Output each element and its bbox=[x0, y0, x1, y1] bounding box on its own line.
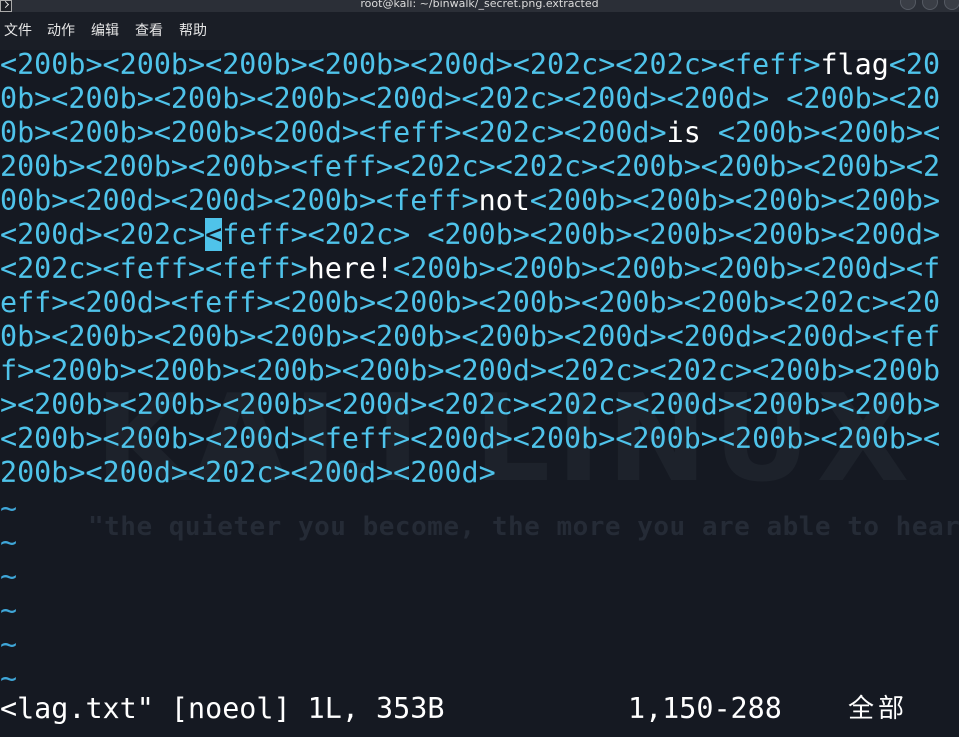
empty-line-tilde: ~ bbox=[0, 594, 18, 627]
zero-width-codes: 0b><200b><200b><200d><feff><202c><200d> bbox=[0, 116, 667, 149]
maximize-button[interactable] bbox=[922, 0, 938, 10]
visible-word: here! bbox=[307, 252, 394, 285]
status-scroll-percent: 全部 bbox=[848, 694, 909, 724]
zero-width-codes: <200b><200b>< bbox=[717, 116, 941, 149]
buffer-line: <200d><202c><feff><202c> <200b><200b><20… bbox=[0, 218, 940, 252]
editor-buffer[interactable]: <200b><200b><200b><200b><200d><202c><202… bbox=[0, 50, 940, 696]
zero-width-codes: f><200b><200b><200b><200b><200d><202c><2… bbox=[0, 354, 941, 387]
zero-width-codes: <200b><200b><200b><200b><200d><f bbox=[393, 252, 941, 285]
terminal-window: root@kali: ~/binwalk/_secret.png.extract… bbox=[0, 0, 959, 737]
zero-width-codes: <200b><200b><200b><200b> bbox=[529, 184, 941, 217]
menu-bar: 文件 动作 编辑 查看 帮助 bbox=[0, 12, 959, 50]
zero-width-codes: 200b><200d><202c><200d><200d> bbox=[0, 456, 496, 489]
empty-line-tilde: ~ bbox=[0, 662, 18, 695]
empty-line-tilde: ~ bbox=[0, 628, 18, 661]
terminal-area[interactable]: KALI LINUX "the quieter you become, the … bbox=[0, 50, 959, 737]
buffer-line: ><200b><200b><200b><200d><202c><202c><20… bbox=[0, 388, 940, 422]
menu-help[interactable]: 帮助 bbox=[179, 23, 207, 39]
buffer-line: <202c><feff><feff>here!<200b><200b><200b… bbox=[0, 252, 940, 286]
buffer-line: <200b><200b><200d><feff><200d><200b><200… bbox=[0, 422, 940, 456]
status-cursor-position: 1,150-288 bbox=[628, 692, 782, 725]
zero-width-codes: <200b><200b><200b><200b><200d><202c><202… bbox=[0, 50, 821, 81]
close-button[interactable] bbox=[944, 0, 959, 10]
window-title: root@kali: ~/binwalk/_secret.png.extract… bbox=[360, 0, 599, 10]
zero-width-codes: 0b><200b><200b><200b><200d><202c><200d><… bbox=[0, 82, 941, 115]
zero-width-codes: 00b><200d><200d><200b><feff> bbox=[0, 184, 479, 217]
empty-line-tilde: ~ bbox=[0, 526, 18, 559]
visible-word: is bbox=[666, 116, 718, 149]
empty-line-tilde: ~ bbox=[0, 492, 18, 525]
buffer-line: 200b><200d><202c><200d><200d> bbox=[0, 456, 940, 490]
zero-width-codes: <200d><202c> bbox=[0, 218, 206, 251]
empty-line-tilde: ~ bbox=[0, 560, 18, 593]
zero-width-codes: <200b><200b><200d><feff><200d><200b><200… bbox=[0, 422, 941, 455]
status-file-info: <lag.txt" [noeol] 1L, 353B bbox=[0, 692, 445, 725]
buffer-line: 200b><200b><200b><feff><202c><202c><200b… bbox=[0, 150, 940, 184]
vim-status-line: <lag.txt" [noeol] 1L, 353B 1,150-288 全部 bbox=[0, 692, 959, 726]
text-cursor: < bbox=[205, 218, 223, 251]
zero-width-codes: <20 bbox=[888, 50, 941, 81]
zero-width-codes: ><200b><200b><200b><200d><202c><202c><20… bbox=[0, 388, 941, 421]
zero-width-codes: <202c><feff><feff> bbox=[0, 252, 308, 285]
menu-view[interactable]: 查看 bbox=[135, 23, 163, 39]
visible-word: flag bbox=[820, 50, 889, 81]
title-bar[interactable]: root@kali: ~/binwalk/_secret.png.extract… bbox=[0, 0, 959, 12]
zero-width-codes: 200b><200b><200b><feff><202c><202c><200b… bbox=[0, 150, 941, 183]
buffer-line: 0b><200b><200b><200b><200b><200b><200d><… bbox=[0, 320, 940, 354]
buffer-line: eff><200d><feff><200b><200b><200b><200b>… bbox=[0, 286, 940, 320]
visible-word: not bbox=[478, 184, 530, 217]
minimize-button[interactable] bbox=[900, 0, 916, 10]
menu-edit[interactable]: 编辑 bbox=[91, 23, 119, 39]
menu-actions[interactable]: 动作 bbox=[47, 23, 75, 39]
buffer-line: f><200b><200b><200b><200b><200d><202c><2… bbox=[0, 354, 940, 388]
buffer-line: 0b><200b><200b><200d><feff><202c><200d>i… bbox=[0, 116, 940, 150]
buffer-line: 00b><200d><200d><200b><feff>not<200b><20… bbox=[0, 184, 940, 218]
zero-width-codes: 0b><200b><200b><200b><200b><200b><200d><… bbox=[0, 320, 941, 353]
zero-width-codes: eff><200d><feff><200b><200b><200b><200b>… bbox=[0, 286, 941, 319]
terminal-app-icon[interactable] bbox=[0, 0, 12, 12]
buffer-line: 0b><200b><200b><200b><200d><202c><200d><… bbox=[0, 82, 940, 116]
zero-width-codes: feff><202c> <200b><200b><200b><200b><200… bbox=[222, 218, 941, 251]
buffer-line: <200b><200b><200b><200b><200d><202c><202… bbox=[0, 50, 940, 82]
menu-file[interactable]: 文件 bbox=[4, 23, 32, 39]
